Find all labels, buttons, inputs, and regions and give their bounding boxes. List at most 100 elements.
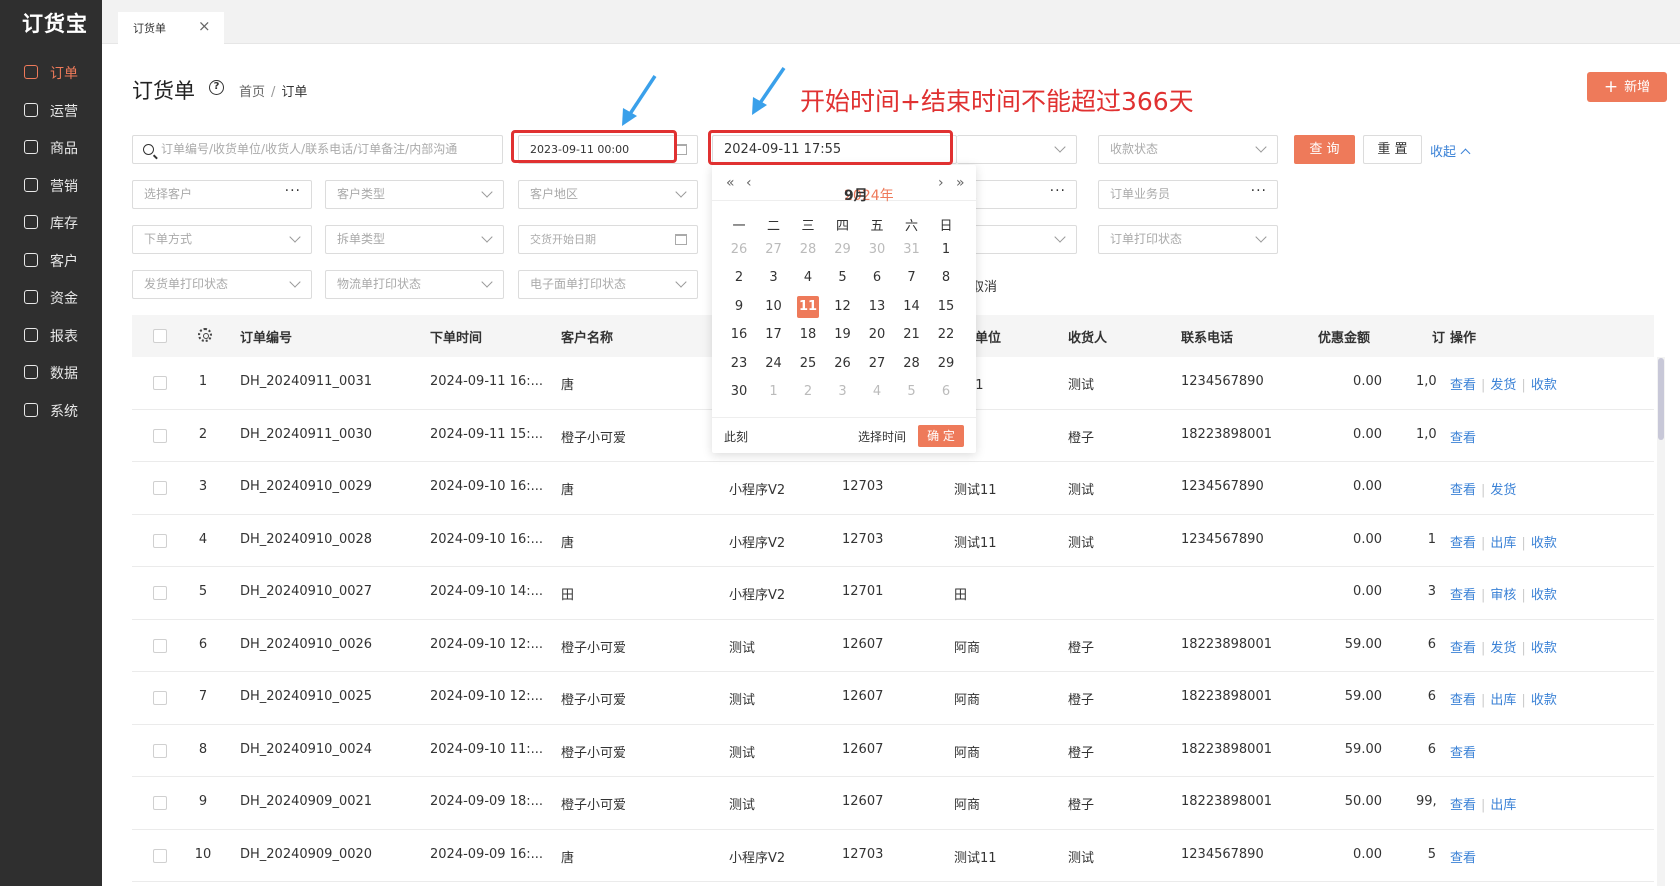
calendar-day[interactable]: 17: [757, 324, 791, 346]
calendar-day[interactable]: 30: [722, 381, 756, 403]
calendar-day[interactable]: 5: [826, 267, 860, 289]
sidebar-item-2[interactable]: 商品: [0, 130, 102, 164]
delivery-start-date-input[interactable]: 交货开始日期: [518, 225, 698, 254]
select-customer-input[interactable]: 选择客户 ···: [132, 180, 312, 209]
eform-print-status-select[interactable]: 电子面单打印状态: [518, 270, 698, 299]
calendar-day[interactable]: 21: [895, 324, 929, 346]
calendar-day[interactable]: 27: [860, 353, 894, 375]
sidebar-item-9[interactable]: 系统: [0, 393, 102, 427]
prev-month-icon[interactable]: ‹: [746, 175, 752, 191]
cell-no[interactable]: DH_20240910_0024: [240, 742, 372, 757]
order-method-select[interactable]: 下单方式: [132, 225, 312, 254]
cell-no[interactable]: DH_20240910_0026: [240, 637, 372, 652]
sidebar-item-7[interactable]: 报表: [0, 318, 102, 352]
sidebar-item-4[interactable]: 库存: [0, 205, 102, 239]
row-action-link[interactable]: 查看: [1450, 851, 1476, 866]
row-action-link[interactable]: 出库: [1490, 693, 1516, 708]
row-action-link[interactable]: 出库: [1490, 536, 1516, 551]
payment-status-select[interactable]: 收款状态: [1098, 135, 1278, 164]
query-button[interactable]: 查 询: [1294, 135, 1355, 164]
tab-order-list[interactable]: 订货单 ×: [118, 12, 224, 44]
search-input[interactable]: 订单编号/收货单位/收货人/联系电话/订单备注/内部沟通: [132, 135, 503, 164]
calendar-day[interactable]: 24: [757, 353, 791, 375]
calendar-day[interactable]: 4: [791, 267, 825, 289]
sidebar-item-3[interactable]: 营销: [0, 168, 102, 202]
row-checkbox[interactable]: [153, 428, 167, 443]
calendar-day[interactable]: 6: [860, 267, 894, 289]
calendar-day[interactable]: 27: [757, 239, 791, 261]
row-action-link[interactable]: 查看: [1450, 746, 1476, 761]
row-action-link[interactable]: 收款: [1531, 693, 1557, 708]
reset-button[interactable]: 重 置: [1363, 135, 1422, 164]
pick-time-button[interactable]: 选择时间: [858, 428, 906, 445]
cell-no[interactable]: DH_20240910_0025: [240, 689, 372, 704]
calendar-day[interactable]: 14: [895, 296, 929, 318]
logistics-print-status-select[interactable]: 物流单打印状态: [325, 270, 504, 299]
row-action-link[interactable]: 发货: [1490, 378, 1516, 393]
row-checkbox[interactable]: [153, 691, 167, 705]
row-action-link[interactable]: 查看: [1450, 588, 1476, 603]
hidden-select-1[interactable]: [957, 135, 1077, 164]
row-action-link[interactable]: 收款: [1531, 378, 1557, 393]
now-button[interactable]: 此刻: [724, 428, 748, 445]
calendar-day[interactable]: 30: [860, 239, 894, 261]
calendar-day[interactable]: 12: [826, 296, 860, 318]
calendar-day[interactable]: 19: [826, 324, 860, 346]
calendar-day[interactable]: 9: [722, 296, 756, 318]
order-print-status-select[interactable]: 订单打印状态: [1098, 225, 1278, 254]
cell-no[interactable]: DH_20240910_0028: [240, 532, 372, 547]
month-label[interactable]: 9月: [844, 185, 868, 205]
gear-icon[interactable]: [198, 328, 212, 342]
row-checkbox[interactable]: [153, 533, 167, 548]
calendar-day[interactable]: 1: [929, 239, 963, 261]
calendar-day[interactable]: 15: [929, 296, 963, 318]
cell-no[interactable]: DH_20240910_0029: [240, 479, 372, 494]
next-month-icon[interactable]: ›: [938, 175, 944, 191]
calendar-day[interactable]: 26: [722, 239, 756, 261]
cell-no[interactable]: DH_20240909_0020: [240, 847, 372, 862]
cell-no[interactable]: DH_20240910_0027: [240, 584, 372, 599]
calendar-day[interactable]: 13: [860, 296, 894, 318]
select-all-checkbox[interactable]: [153, 329, 167, 343]
prev-year-icon[interactable]: «: [726, 175, 735, 191]
next-year-icon[interactable]: »: [956, 175, 965, 191]
row-action-link[interactable]: 审核: [1490, 588, 1516, 603]
row-action-link[interactable]: 查看: [1450, 641, 1476, 656]
row-action-link[interactable]: 收款: [1531, 641, 1557, 656]
row-checkbox[interactable]: [153, 481, 167, 495]
breadcrumb-home[interactable]: 首页: [239, 85, 265, 100]
calendar-day[interactable]: 1: [757, 381, 791, 403]
ship-print-status-select[interactable]: 发货单打印状态: [132, 270, 312, 299]
collapse-link[interactable]: 收起: [1430, 141, 1471, 160]
sidebar-item-8[interactable]: 数据: [0, 355, 102, 389]
calendar-day[interactable]: 31: [895, 239, 929, 261]
row-action-link[interactable]: 查看: [1450, 483, 1476, 498]
calendar-day[interactable]: 2: [722, 267, 756, 289]
sidebar-item-1[interactable]: 运营: [0, 93, 102, 127]
calendar-day[interactable]: 2: [791, 381, 825, 403]
sidebar-item-5[interactable]: 客户: [0, 243, 102, 277]
row-checkbox[interactable]: [153, 586, 167, 600]
split-type-select[interactable]: 拆单类型: [325, 225, 504, 254]
cell-no[interactable]: DH_20240911_0031: [240, 374, 372, 389]
row-action-link[interactable]: 出库: [1490, 798, 1516, 813]
row-action-link[interactable]: 发货: [1490, 483, 1516, 498]
row-checkbox[interactable]: [153, 743, 167, 758]
help-icon[interactable]: ?: [209, 80, 224, 95]
row-checkbox[interactable]: [153, 376, 167, 390]
calendar-day[interactable]: 4: [860, 381, 894, 403]
scrollbar-thumb[interactable]: [1658, 358, 1664, 440]
calendar-day[interactable]: 29: [929, 353, 963, 375]
row-action-link[interactable]: 查看: [1450, 798, 1476, 813]
row-checkbox[interactable]: [153, 848, 167, 863]
row-checkbox[interactable]: [153, 796, 167, 810]
row-action-link[interactable]: 查看: [1450, 536, 1476, 551]
calendar-day[interactable]: 23: [722, 353, 756, 375]
sidebar-item-0[interactable]: 订单: [0, 55, 102, 89]
row-action-link[interactable]: 查看: [1450, 431, 1476, 446]
customer-region-select[interactable]: 客户地区: [518, 180, 698, 209]
calendar-day[interactable]: 5: [895, 381, 929, 403]
calendar-day[interactable]: 10: [757, 296, 791, 318]
row-action-link[interactable]: 收款: [1531, 588, 1557, 603]
row-checkbox[interactable]: [153, 638, 167, 653]
